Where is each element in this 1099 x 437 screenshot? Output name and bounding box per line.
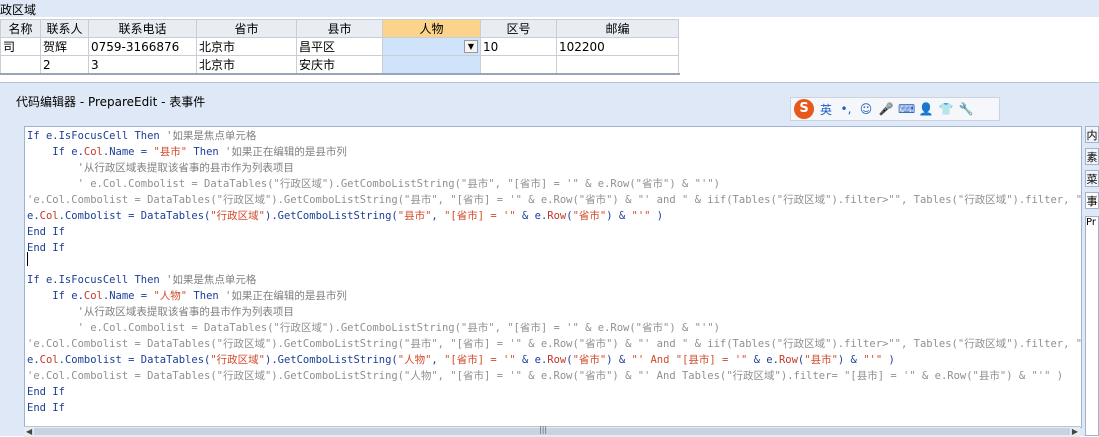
horizontal-scrollbar[interactable]: ◀ ||| ▶ [24, 425, 1080, 437]
code-line: 'e.Col.Combolist = DataTables("行政区域").Ge… [27, 194, 1082, 206]
data-grid: 名称 联系人 联系电话 省市 县市 人物 区号 邮编 司 贺辉 0759-316… [0, 19, 679, 74]
table-row[interactable]: 司 贺辉 0759-3166876 北京市 昌平区 ▼ 10 102200 [0, 37, 679, 56]
side-pane-text: Pr [1086, 217, 1096, 228]
code-line: e.Col.Combolist = DataTables("行政区域").Get… [27, 354, 895, 366]
cell-name[interactable] [0, 55, 41, 74]
cell-province[interactable]: 北京市 [196, 55, 297, 74]
table-row[interactable]: 2 3 北京市 安庆市 [0, 55, 679, 74]
side-tab-event[interactable]: 事 [1085, 192, 1099, 209]
editor-title: 代码编辑器 - PrepareEdit - 表事件 [16, 95, 206, 109]
col-header-name[interactable]: 名称 [0, 19, 41, 38]
text-caret [27, 252, 28, 266]
grid-bottom-border [0, 73, 680, 75]
code-line: '从行政区域表提取该省事的县市作为列表项目 [27, 306, 294, 318]
user-icon[interactable]: 👤 [918, 102, 934, 116]
code-line: End If [27, 226, 65, 238]
code-line: '从行政区域表提取该省事的县市作为列表项目 [27, 162, 294, 174]
microphone-icon[interactable]: 🎤 [878, 102, 894, 116]
code-line: End If [27, 386, 65, 398]
cell-county[interactable]: 昌平区 [296, 37, 383, 56]
code-line: 'e.Col.Combolist = DataTables("行政区域").Ge… [27, 370, 1064, 382]
code-line: ' e.Col.Combolist = DataTables("行政区域").G… [27, 322, 720, 334]
code-line: If e.Col.Name = "县市" Then '如果正在编辑的是县市列 [27, 146, 347, 158]
cell-area-code[interactable]: 10 [480, 37, 557, 56]
cell-person[interactable] [382, 55, 481, 74]
col-header-phone[interactable]: 联系电话 [88, 19, 197, 38]
emoji-icon[interactable]: ☺ [858, 102, 874, 116]
code-line: End If [27, 402, 65, 414]
cell-postcode[interactable]: 102200 [556, 37, 679, 56]
col-header-postcode[interactable]: 邮编 [556, 19, 679, 38]
side-tab-menu[interactable]: 菜 [1085, 170, 1099, 187]
cell-area-code[interactable] [480, 55, 557, 74]
col-header-county[interactable]: 县市 [296, 19, 383, 38]
window-title: 政区域 [0, 3, 37, 17]
code-line: e.Col.Combolist = DataTables("行政区域").Get… [27, 210, 664, 222]
cell-person-combo[interactable]: ▼ [382, 37, 481, 56]
scrollbar-thumb[interactable]: ||| [34, 425, 1070, 435]
ime-toolbar: S 英 •, ☺ 🎤 ⌨ 👤 👕 🔧 [790, 97, 1000, 121]
side-tab-inner[interactable]: 内 [1085, 126, 1099, 143]
side-panel: 内 素 菜 事 Pr [1083, 126, 1099, 436]
col-header-province[interactable]: 省市 [196, 19, 297, 38]
cell-province[interactable]: 北京市 [196, 37, 297, 56]
code-line: If e.Col.Name = "人物" Then '如果正在编辑的是县市列 [27, 290, 347, 302]
code-line: If e.IsFocusCell Then '如果是焦点单元格 [27, 274, 257, 286]
cell-postcode[interactable] [556, 55, 679, 74]
scroll-grip: ||| [539, 425, 548, 434]
grid-header-row: 名称 联系人 联系电话 省市 县市 人物 区号 邮编 [0, 19, 679, 38]
punctuation-icon[interactable]: •, [838, 102, 854, 116]
cell-county[interactable]: 安庆市 [296, 55, 383, 74]
code-editor-window: 代码编辑器 - PrepareEdit - 表事件 S 英 •, ☺ 🎤 ⌨ 👤… [0, 82, 1099, 437]
side-tab-element[interactable]: 素 [1085, 148, 1099, 165]
skin-icon[interactable]: 👕 [938, 102, 954, 116]
col-header-person[interactable]: 人物 [382, 19, 481, 38]
code-line: If e.IsFocusCell Then '如果是焦点单元格 [27, 130, 257, 142]
cell-contact[interactable]: 2 [40, 55, 89, 74]
col-header-contact[interactable]: 联系人 [40, 19, 89, 38]
code-text-area[interactable]: If e.IsFocusCell Then '如果是焦点单元格 If e.Col… [24, 126, 1082, 428]
code-line: End If [27, 242, 65, 254]
window-titlebar: 政区域 [0, 0, 1099, 17]
code-line: 'e.Col.Combolist = DataTables("行政区域").Ge… [27, 338, 1082, 350]
keyboard-icon[interactable]: ⌨ [898, 102, 915, 116]
cell-contact[interactable]: 贺辉 [40, 37, 89, 56]
side-pane[interactable]: Pr [1085, 216, 1099, 436]
chevron-down-icon[interactable]: ▼ [464, 40, 478, 53]
settings-wrench-icon[interactable]: 🔧 [958, 102, 974, 116]
cell-phone[interactable]: 3 [88, 55, 197, 74]
col-header-area-code[interactable]: 区号 [480, 19, 557, 38]
cell-phone[interactable]: 0759-3166876 [88, 37, 197, 56]
code-line: ' e.Col.Combolist = DataTables("行政区域").G… [27, 178, 720, 190]
sogou-logo-icon[interactable]: S [794, 99, 814, 119]
ime-language-toggle[interactable]: 英 [818, 101, 834, 118]
cell-name[interactable]: 司 [0, 37, 41, 56]
data-grid-area: 名称 联系人 联系电话 省市 县市 人物 区号 邮编 司 贺辉 0759-316… [0, 17, 1099, 77]
